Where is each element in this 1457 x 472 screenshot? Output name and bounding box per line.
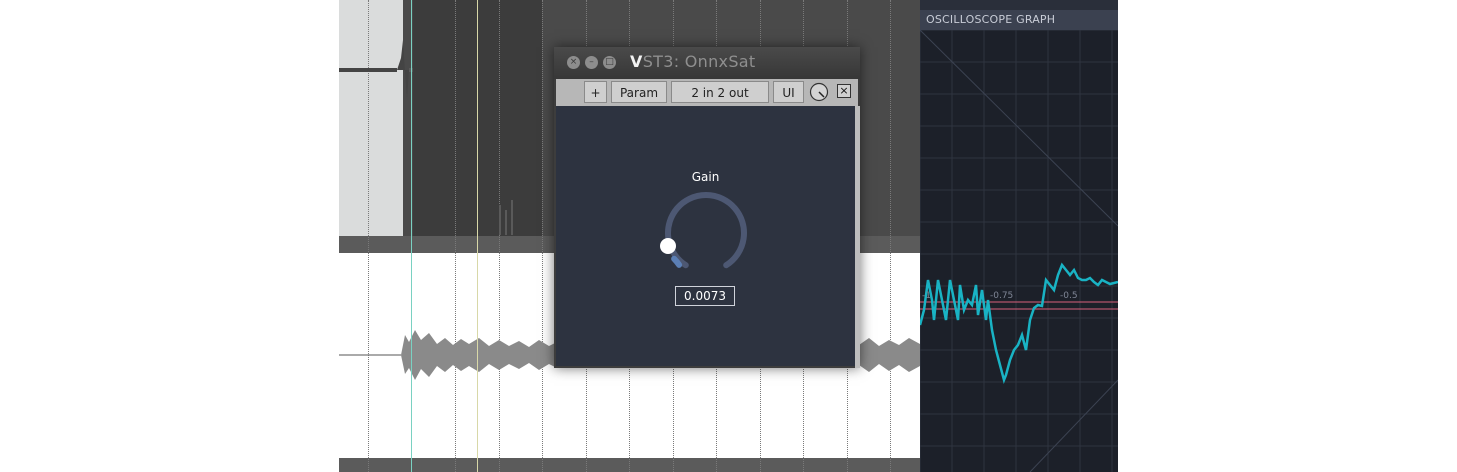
plugin-toolbar: + Param 2 in 2 out UI ×: [556, 79, 858, 106]
gain-value-field[interactable]: 0.0073: [675, 286, 735, 306]
oscilloscope-top-strip: [920, 0, 1118, 10]
track-1-waveform-transient: [409, 68, 513, 235]
ui-button[interactable]: UI: [773, 81, 804, 103]
oscilloscope-diagonal-2: [1029, 379, 1118, 472]
maximize-icon: □: [605, 57, 614, 67]
wet-knob-icon[interactable]: [809, 82, 829, 102]
bypass-close-button[interactable]: ×: [837, 84, 851, 98]
oscilloscope-panel: OSCILLOSCOPE GRAPH -1 -0.75 -0.5: [920, 0, 1118, 472]
oscilloscope-diagonal: [920, 30, 1118, 227]
oscilloscope-title: OSCILLOSCOPE GRAPH: [926, 13, 1056, 26]
window-maximize-button[interactable]: □: [603, 56, 616, 69]
plugin-title: VST3: OnnxSat: [630, 52, 755, 71]
oscilloscope-y-label: -1: [922, 291, 931, 301]
window-minimize-button[interactable]: –: [585, 56, 598, 69]
oscilloscope-grid: [920, 30, 1118, 472]
gain-label: Gain: [691, 170, 720, 184]
gain-knob[interactable]: [656, 186, 756, 286]
oscilloscope-tick-label: -0.5: [1060, 291, 1078, 301]
oscilloscope-trace: [920, 262, 1118, 384]
plugin-window[interactable]: × – □ VST3: OnnxSat + Param 2 in 2 out U…: [554, 47, 860, 368]
edit-cursor[interactable]: [477, 0, 478, 472]
plugin-title-prefix: V: [630, 52, 643, 71]
plugin-editor: Gain 0.0073: [556, 106, 855, 366]
window-close-button[interactable]: ×: [567, 56, 580, 69]
plugin-titlebar[interactable]: × – □ VST3: OnnxSat: [554, 47, 860, 79]
plugin-title-text: ST3: OnnxSat: [642, 52, 756, 71]
param-button[interactable]: Param: [611, 81, 667, 103]
add-button[interactable]: +: [584, 81, 607, 103]
close-icon: ×: [839, 84, 849, 97]
close-icon: ×: [569, 57, 578, 67]
screen: × – □ VST3: OnnxSat + Param 2 in 2 out U…: [0, 0, 1457, 472]
oscilloscope-tick-label: -0.75: [990, 291, 1014, 301]
minimize-icon: –: [589, 57, 594, 67]
io-routing-button[interactable]: 2 in 2 out: [671, 81, 769, 103]
oscilloscope-graph[interactable]: [920, 30, 1118, 472]
play-cursor[interactable]: [411, 0, 412, 472]
plugin-window-edge: [855, 106, 860, 368]
track-1-waveform: [339, 40, 409, 100]
